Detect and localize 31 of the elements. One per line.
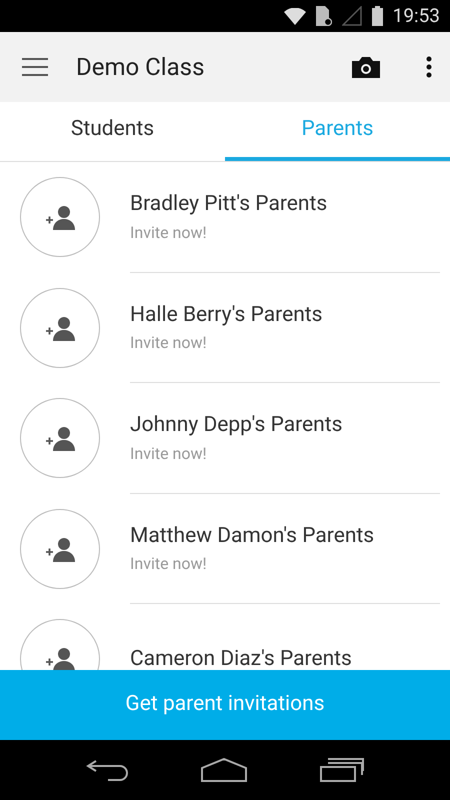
status-time: 19:53 [392, 2, 440, 29]
add-person-icon [45, 646, 75, 670]
more-options-icon[interactable] [426, 56, 432, 78]
app-title: Demo Class [76, 52, 206, 83]
battery-icon [372, 6, 383, 26]
invite-status: Invite now! [130, 332, 208, 354]
invite-status: Invite now! [130, 553, 208, 575]
parent-list-item[interactable]: Johnny Depp's Parents Invite now! [0, 383, 450, 494]
back-icon[interactable] [86, 759, 128, 781]
add-person-icon [45, 425, 75, 452]
parent-name: Bradley Pitt's Parents [130, 191, 328, 218]
parent-name: Cameron Diaz's Parents [130, 646, 353, 670]
parent-list-item[interactable]: Bradley Pitt's Parents Invite now! [0, 162, 450, 272]
signal-icon [342, 6, 362, 26]
tab[interactable]: Students [0, 102, 225, 161]
camera-icon[interactable] [352, 56, 380, 78]
parent-list-item[interactable]: Halle Berry's Parents Invite now! [0, 272, 450, 383]
parent-list-item[interactable]: Matthew Damon's Parents Invite now! [0, 494, 450, 604]
parent-name: Matthew Damon's Parents [130, 522, 376, 550]
parent-name: Johnny Depp's Parents [130, 412, 344, 439]
parent-name: Halle Berry's Parents [130, 302, 324, 328]
add-person-icon [45, 536, 75, 562]
invite-status: Invite now! [130, 442, 208, 464]
invite-status: Invite now! [130, 222, 208, 244]
add-person-icon [45, 204, 75, 230]
home-icon[interactable] [200, 758, 247, 782]
add-person-icon [45, 314, 75, 341]
sim-card-icon [316, 6, 332, 26]
wifi-icon [284, 8, 306, 24]
recent-apps-icon[interactable] [320, 758, 364, 782]
menu-icon[interactable] [22, 58, 48, 76]
